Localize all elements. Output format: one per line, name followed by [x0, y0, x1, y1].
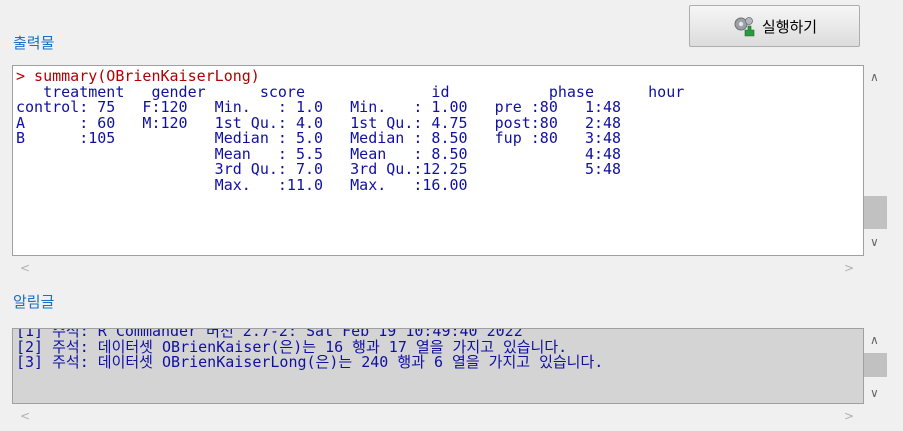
chevron-right-icon[interactable]: >: [844, 409, 854, 423]
output-line: Max. :11.0 Max. :16.00: [16, 175, 468, 194]
chevron-left-icon[interactable]: <: [20, 261, 30, 275]
messages-section-label: 알림글: [13, 293, 55, 311]
run-button-label: 실행하기: [761, 17, 818, 36]
message-line: [3] 주석: 데이터셋 OBrienKaiserLong(은)는 240 행과…: [16, 353, 604, 371]
output-text: > summary(OBrienKaiserLong) treatment ge…: [16, 68, 684, 194]
gear-run-icon: [734, 17, 755, 37]
messages-text: [1] 주석: R Commander 버전 2.7-2: Sat Feb 19…: [16, 329, 603, 371]
messages-pane[interactable]: [1] 주석: R Commander 버전 2.7-2: Sat Feb 19…: [12, 328, 864, 404]
output-pane[interactable]: > summary(OBrienKaiserLong) treatment ge…: [12, 65, 864, 256]
chevron-down-icon[interactable]: ∨: [870, 235, 879, 249]
chevron-right-icon[interactable]: >: [844, 261, 854, 275]
chevron-up-icon[interactable]: ∧: [870, 70, 879, 84]
chevron-left-icon[interactable]: <: [20, 409, 30, 423]
output-vertical-scrollbar[interactable]: ∧ ∨: [864, 65, 887, 256]
output-horizontal-scrollbar[interactable]: < >: [12, 257, 864, 279]
output-section-label: 출력물: [13, 34, 55, 52]
messages-vertical-scrollbar[interactable]: ∧ ∨: [864, 328, 887, 404]
chevron-up-icon[interactable]: ∧: [870, 333, 879, 347]
run-button[interactable]: 실행하기: [689, 5, 860, 47]
output-scroll-thumb[interactable]: [864, 196, 887, 229]
messages-scroll-thumb[interactable]: [864, 353, 887, 377]
chevron-down-icon[interactable]: ∨: [870, 386, 879, 400]
messages-horizontal-scrollbar[interactable]: < >: [12, 405, 864, 427]
